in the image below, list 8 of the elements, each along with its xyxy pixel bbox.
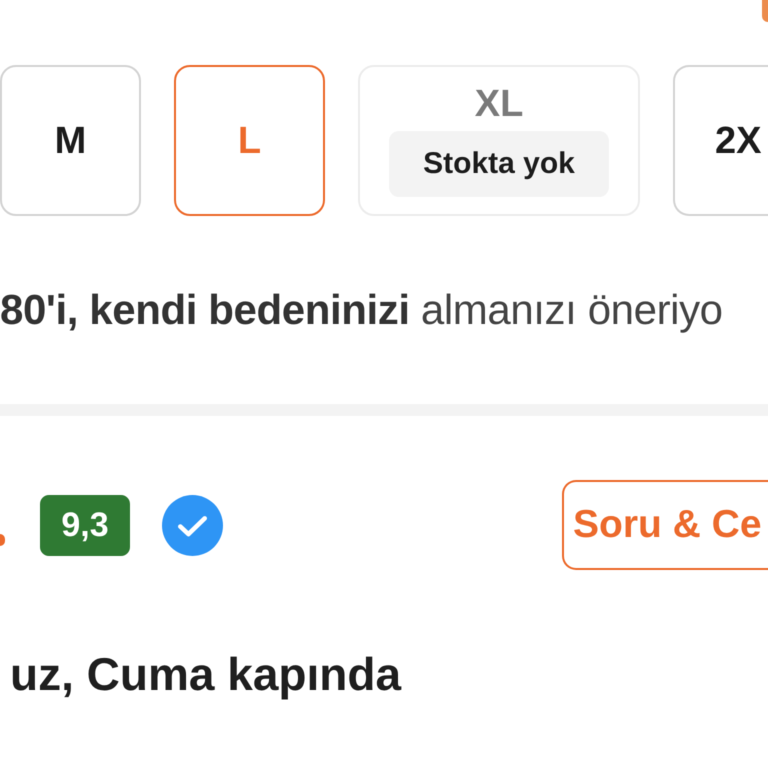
seller-score-badge: 9,3 [40, 494, 130, 556]
marker-icon [762, 0, 768, 22]
size-option[interactable]: 2X [673, 65, 768, 216]
delivery-text: uz, Cuma kapında [9, 647, 402, 702]
stock-badge: Stokta yok [389, 130, 609, 196]
size-advice-text: 80'i, kendi bedeninizi almanızı öneriyo [0, 285, 724, 335]
size-option[interactable]: M [0, 65, 141, 216]
size-option[interactable]: XL Stokta yok [358, 65, 640, 216]
